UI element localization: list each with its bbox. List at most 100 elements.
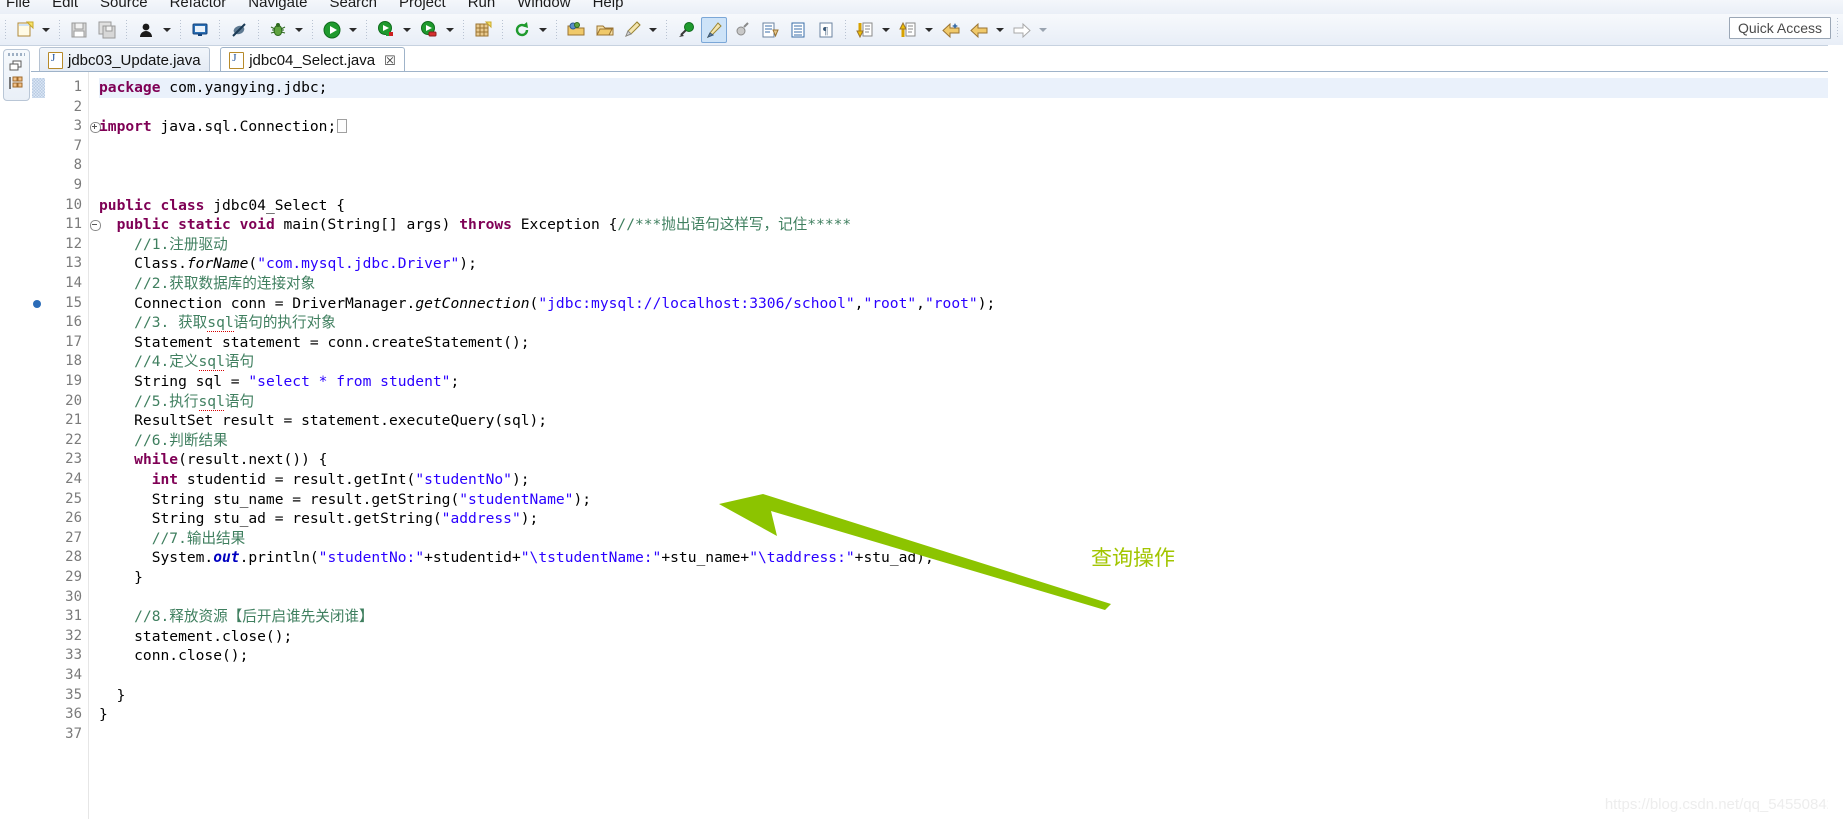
code-line[interactable]: statement.close(); — [99, 627, 292, 647]
editor-marker-column[interactable] — [31, 72, 46, 819]
code-token: java.sql.Connection; — [151, 118, 337, 136]
bug-icon[interactable] — [265, 17, 291, 43]
next-annotation-icon[interactable] — [757, 17, 783, 43]
menu-item-refactor[interactable]: Refactor — [170, 0, 227, 11]
new-file-dropdown-icon[interactable] — [39, 18, 52, 42]
code-line[interactable]: } — [99, 705, 108, 725]
breakpoint-icon[interactable] — [33, 299, 41, 308]
menu-item-window[interactable]: Window — [517, 0, 570, 11]
previous-edit-icon[interactable] — [895, 17, 921, 43]
line-number: 27 — [65, 529, 82, 546]
profile-dropdown-icon[interactable] — [443, 18, 456, 42]
code-line[interactable]: //2.获取数据库的连接对象 — [99, 274, 315, 294]
coverage-icon[interactable] — [373, 17, 399, 43]
menu-item-run[interactable]: Run — [468, 0, 496, 11]
code-line[interactable]: Class.forName("com.mysql.jdbc.Driver"); — [99, 254, 477, 274]
code-line[interactable]: } — [99, 686, 126, 706]
code-line[interactable]: int studentid = result.getInt("studentNo… — [99, 470, 530, 490]
code-token: System. — [99, 549, 214, 567]
back-arrow-icon[interactable] — [938, 17, 964, 43]
code-line[interactable]: String stu_name = result.getString("stud… — [99, 490, 591, 510]
menu-item-search[interactable]: Search — [329, 0, 377, 11]
code-line[interactable]: conn.close(); — [99, 646, 248, 666]
forward-gray-arrow-icon[interactable] — [1009, 17, 1035, 43]
run-dropdown-icon[interactable] — [346, 18, 359, 42]
refresh-dropdown-icon[interactable] — [536, 18, 549, 42]
code-line[interactable]: import java.sql.Connection; — [99, 117, 348, 137]
forward-dropdown-icon[interactable] — [993, 18, 1006, 42]
code-token: studentid = result.getInt( — [178, 471, 416, 488]
code-token: //6.判断结果 — [134, 431, 228, 449]
brush-icon[interactable] — [701, 16, 727, 43]
person-dropdown-icon[interactable] — [160, 18, 173, 42]
menu-item-project[interactable]: Project — [399, 0, 446, 11]
pencil-icon[interactable] — [619, 17, 645, 43]
code-line[interactable]: //1.注册驱动 — [99, 235, 228, 255]
save-all-icon[interactable] — [94, 17, 120, 43]
editor-tab-bar[interactable]: jdbc03_Update.java jdbc04_Select.java ☒ — [31, 47, 1843, 73]
quick-access-field[interactable]: Quick Access — [1728, 17, 1831, 39]
mark-occurrence-icon[interactable] — [729, 17, 755, 43]
code-token: "root" — [863, 294, 917, 312]
editor-tab-2[interactable]: jdbc04_Select.java ☒ — [220, 47, 405, 73]
code-line[interactable]: package com.yangying.jdbc; — [99, 78, 327, 98]
code-line[interactable]: //8.释放资源【后开启谁先关闭谁】 — [99, 607, 373, 627]
next-edit-dropdown-icon[interactable] — [879, 18, 892, 42]
outline-icon[interactable] — [785, 17, 811, 43]
pencil-dropdown-icon[interactable] — [646, 18, 659, 42]
menu-item-edit[interactable]: Edit — [52, 0, 78, 11]
menu-item-help[interactable]: Help — [593, 0, 624, 11]
profile-icon[interactable] — [416, 17, 442, 43]
code-line[interactable]: while(result.next()) { — [99, 450, 327, 470]
code-line[interactable]: public static void main(String[] args) t… — [99, 215, 852, 235]
console-icon[interactable] — [187, 17, 213, 43]
code-editor[interactable]: 1 2 3 7 8 9 10 11 12 13 14 15 16 17 18 19 20 21 22 23 24 25 26… — [31, 72, 1843, 819]
code-line[interactable]: ResultSet result = statement.executeQuer… — [99, 411, 547, 431]
code-line[interactable]: //6.判断结果 — [99, 431, 228, 451]
code-line[interactable]: //4.定义sql语句 — [99, 352, 254, 372]
refresh-icon[interactable] — [509, 17, 535, 43]
editor-tab-1[interactable]: jdbc03_Update.java — [39, 47, 210, 73]
menu-item-navigate[interactable]: Navigate — [248, 0, 307, 11]
folded-code-placeholder[interactable] — [337, 119, 348, 134]
view-stack-grip[interactable] — [8, 53, 25, 56]
close-icon[interactable]: ☒ — [384, 54, 396, 67]
run-icon[interactable] — [319, 17, 345, 43]
package-explorer-icon[interactable] — [9, 76, 24, 91]
code-line[interactable]: } — [99, 568, 143, 588]
new-package-icon[interactable] — [470, 17, 496, 43]
code-line[interactable]: String stu_ad = result.getString("addres… — [99, 509, 539, 529]
restore-icon[interactable] — [9, 59, 24, 74]
previous-edit-dropdown-icon[interactable] — [922, 18, 935, 42]
code-line[interactable]: Connection conn = DriverManager.getConne… — [99, 294, 995, 314]
new-file-icon[interactable] — [12, 17, 38, 43]
code-token: 语句的执行对象 — [233, 314, 336, 332]
open-resource-icon[interactable] — [591, 17, 617, 43]
editor-code-area[interactable]: package com.yangying.jdbc; import java.sq… — [99, 72, 1843, 819]
code-line[interactable]: //3. 获取sql语句的执行对象 — [99, 313, 336, 333]
code-token: Connection conn = DriverManager. — [99, 294, 416, 312]
open-folder-icon[interactable] — [563, 17, 589, 43]
code-line[interactable]: String sql = "select * from student"; — [99, 372, 459, 392]
person-icon[interactable] — [133, 17, 159, 43]
save-icon[interactable] — [66, 17, 92, 43]
minimized-view-stack[interactable] — [3, 49, 30, 101]
forward-arrow-icon[interactable] — [966, 17, 992, 43]
code-line[interactable]: Statement statement = conn.createStateme… — [99, 333, 529, 353]
next-edit-icon[interactable] — [852, 17, 878, 43]
coverage-dropdown-icon[interactable] — [400, 18, 413, 42]
code-line[interactable]: //7.输出结果 — [99, 529, 246, 549]
code-line[interactable]: //5.执行sql语句 — [99, 392, 254, 412]
code-token: Exception { — [511, 216, 618, 234]
search-icon[interactable] — [673, 17, 699, 43]
bug-dropdown-icon[interactable] — [292, 18, 305, 42]
menu-item-source[interactable]: Source — [100, 0, 148, 11]
line-number: 11 — [65, 216, 82, 233]
forward-gray-dropdown-icon[interactable] — [1036, 18, 1049, 42]
code-token: ( — [248, 255, 258, 273]
pilcrow-icon[interactable]: ¶ — [813, 17, 839, 43]
skip-breakpoints-icon[interactable] — [226, 17, 252, 43]
menu-item-file[interactable]: File — [6, 0, 30, 11]
menu-items[interactable]: File Edit Source Refactor Navigate Search Proj… — [6, 0, 623, 11]
code-line[interactable]: public class jdbc04_Select { — [99, 196, 345, 216]
